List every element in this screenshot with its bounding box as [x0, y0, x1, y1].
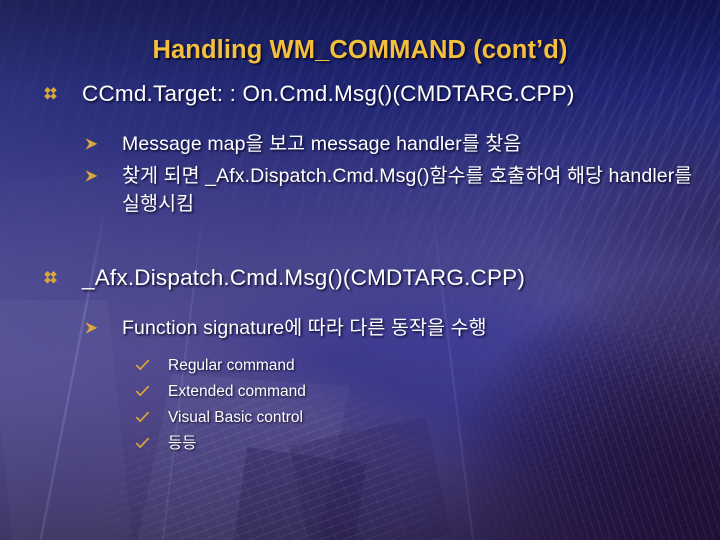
bullet-level2: Message map을 보고 message handler를 찾음 [0, 130, 712, 158]
arrow-bullet-icon [84, 321, 99, 335]
bullet-text: CCmd.Target: : On.Cmd.Msg()(CMDTARG.CPP) [82, 81, 575, 106]
bullet-text: Regular command [168, 357, 295, 374]
bullet-level2: Function signature에 따라 다른 동작을 수행 [0, 314, 712, 342]
diamond-cluster-bullet-icon [42, 271, 59, 288]
check-bullet-icon [135, 437, 150, 450]
bullet-level1: CCmd.Target: : On.Cmd.Msg()(CMDTARG.CPP) [0, 78, 712, 110]
bullet-text: Visual Basic control [168, 409, 303, 426]
bullet-level3: Visual Basic control [0, 405, 712, 430]
bullet-text: Message map을 보고 message handler를 찾음 [122, 133, 522, 155]
arrow-bullet-icon [84, 169, 99, 183]
bullet-level3: Extended command [0, 379, 712, 404]
bullet-text: _Afx.Dispatch.Cmd.Msg()(CMDTARG.CPP) [82, 265, 526, 290]
bullet-text: 찾게 되면 _Afx.Dispatch.Cmd.Msg()함수를 호출하여 해당… [122, 165, 693, 215]
diamond-cluster-bullet-icon [42, 87, 59, 104]
bullet-level3: Regular command [0, 353, 712, 378]
bullet-text: 등등 [168, 435, 197, 452]
bullet-text: Extended command [168, 383, 306, 400]
bullet-level3: 등등 [0, 431, 712, 456]
bullet-level1: _Afx.Dispatch.Cmd.Msg()(CMDTARG.CPP) [0, 262, 712, 294]
check-bullet-icon [135, 359, 150, 372]
slide-title: Handling WM_COMMAND (cont’d) [152, 36, 568, 64]
bullet-level2: 찾게 되면 _Afx.Dispatch.Cmd.Msg()함수를 호출하여 해당… [0, 162, 712, 218]
check-bullet-icon [135, 411, 150, 424]
check-bullet-icon [135, 385, 150, 398]
slide-content: Handling WM_COMMAND (cont’d) CCmd.Target… [0, 0, 720, 540]
arrow-bullet-icon [84, 137, 99, 151]
slide-body: CCmd.Target: : On.Cmd.Msg()(CMDTARG.CPP)… [0, 78, 712, 456]
presentation-slide: Handling WM_COMMAND (cont’d) CCmd.Target… [0, 0, 720, 540]
bullet-text: Function signature에 따라 다른 동작을 수행 [122, 317, 487, 339]
